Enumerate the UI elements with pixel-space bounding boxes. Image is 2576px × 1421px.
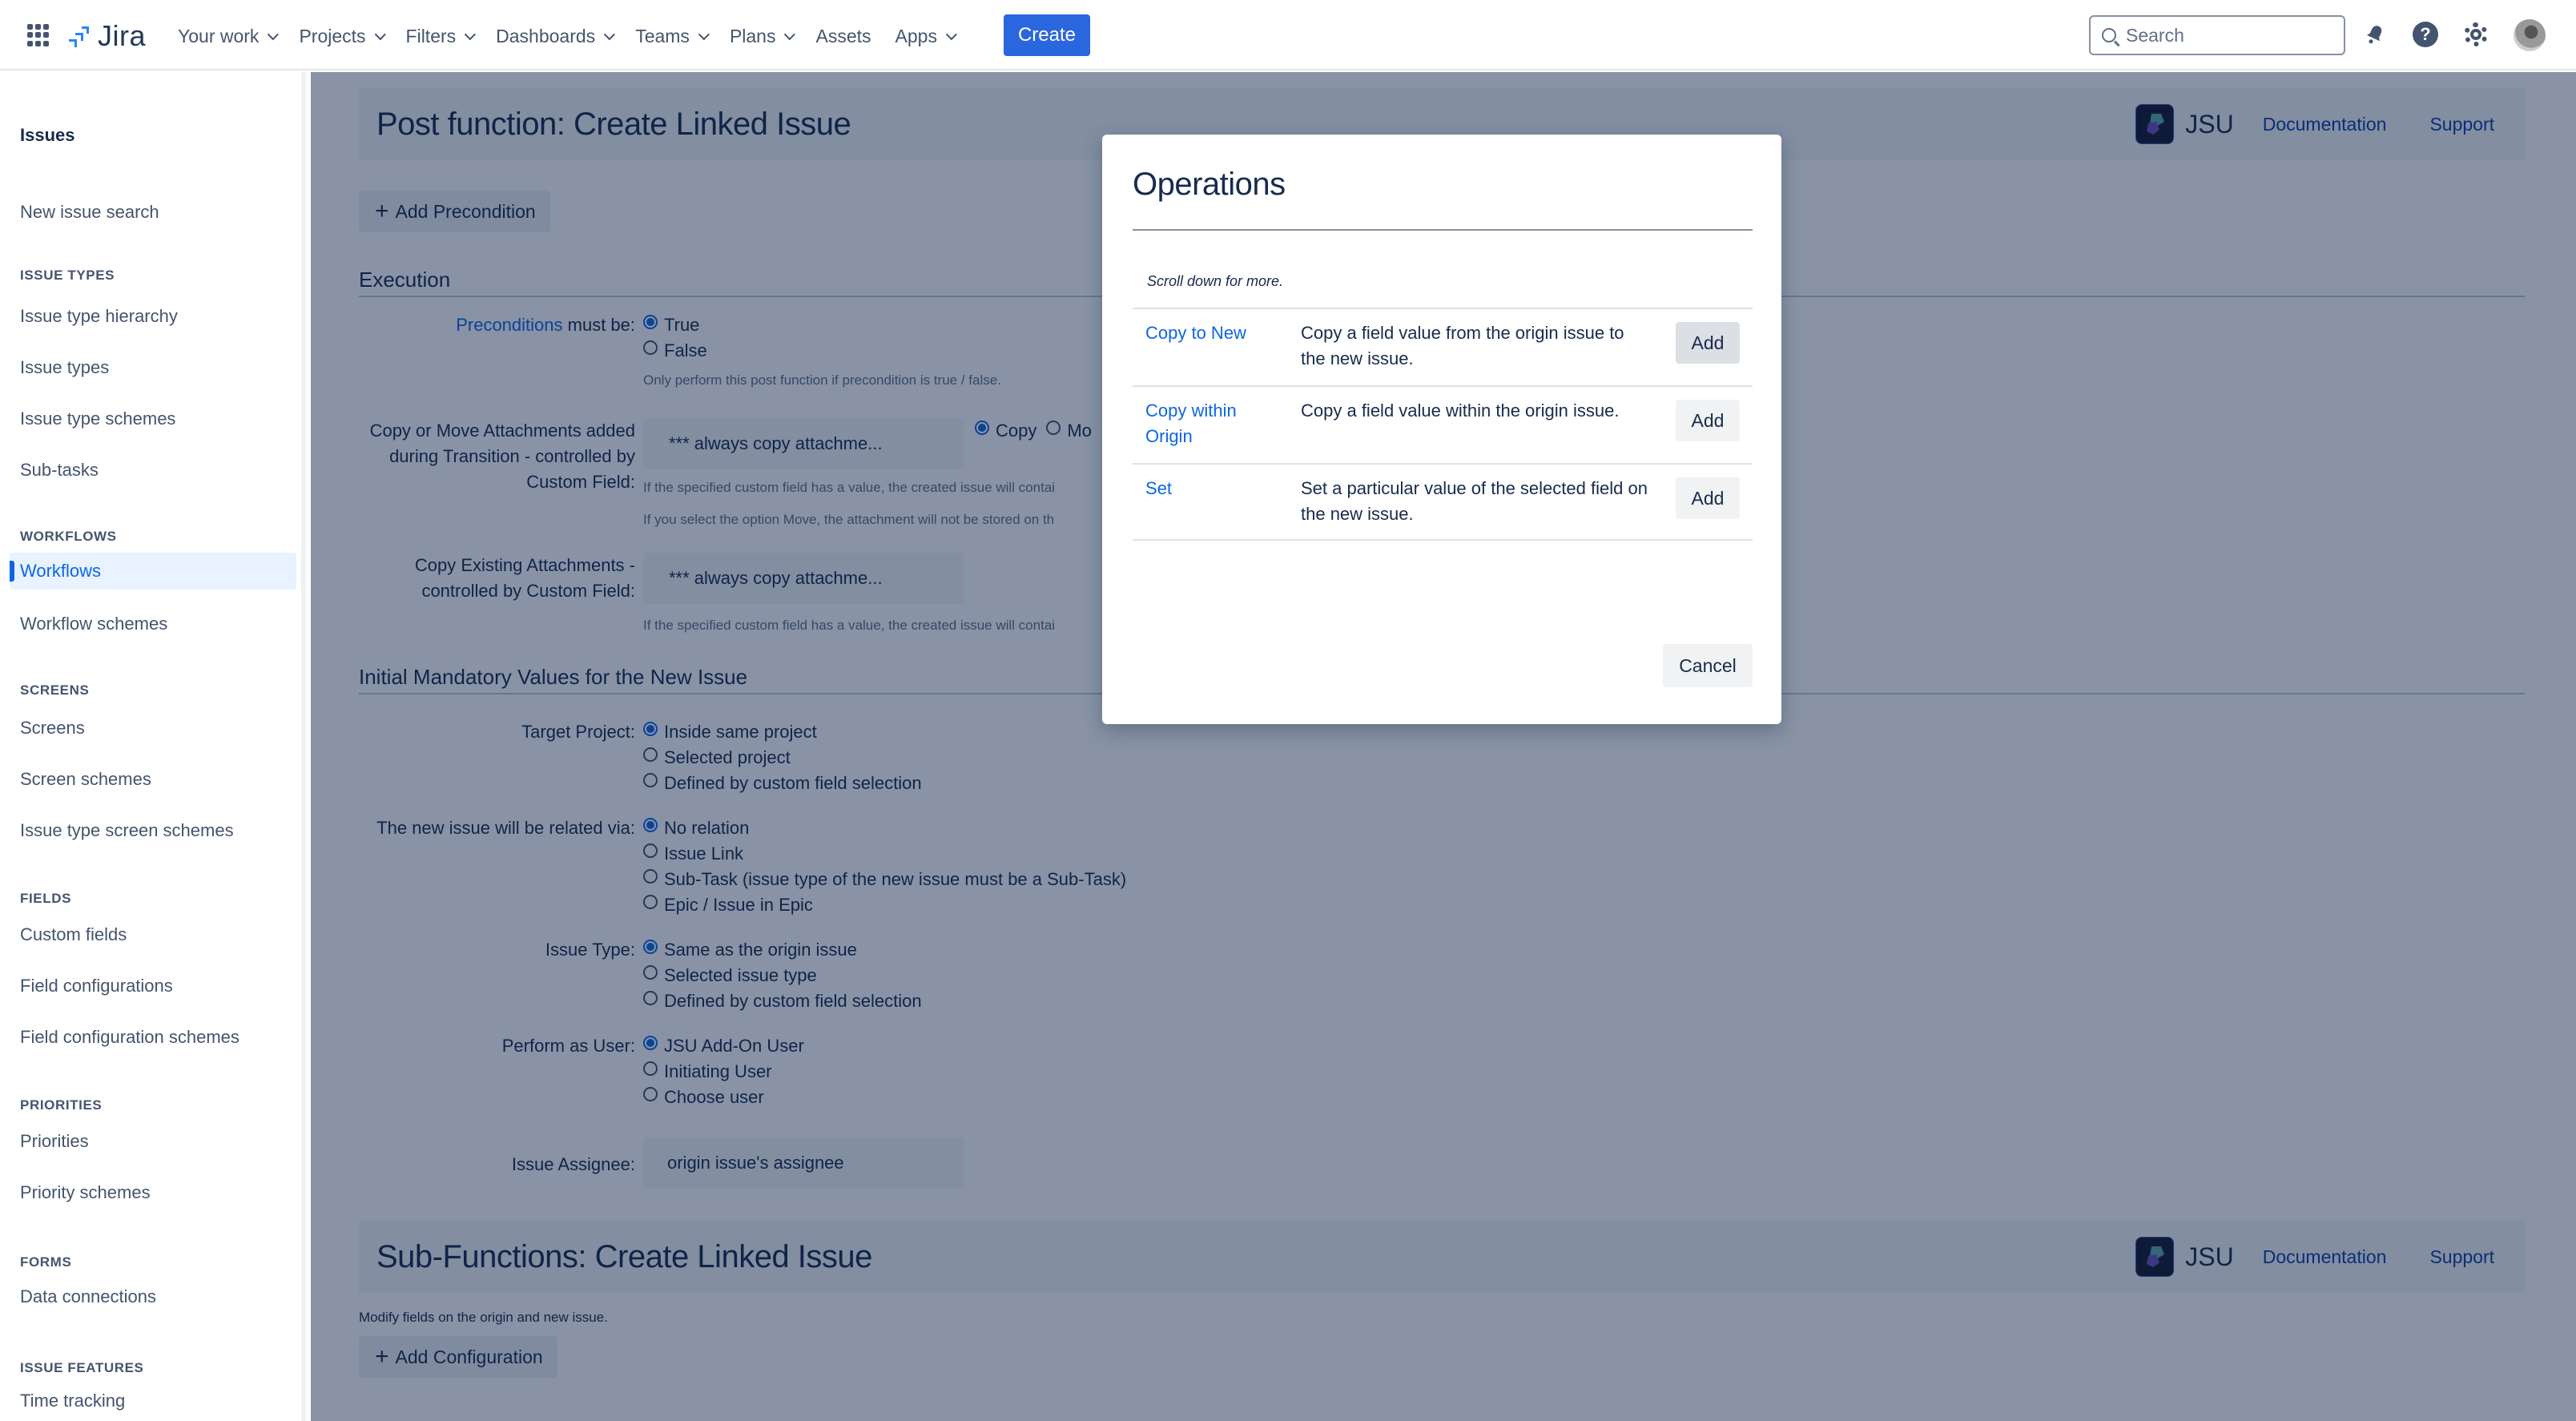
chevron-down-icon xyxy=(945,28,957,40)
nav-filters[interactable]: Filters xyxy=(406,21,485,52)
sidebar-heading-priorities: PRIORITIES xyxy=(20,1097,103,1113)
operation-row-copy-to-new: Copy to New Copy a field value from the … xyxy=(1133,308,1753,385)
nav-assets[interactable]: Assets xyxy=(815,21,883,52)
nav-label: Projects xyxy=(299,26,366,46)
operation-name-link[interactable]: Set xyxy=(1145,476,1266,501)
operations-dialog: Operations Scroll down for more. Copy to… xyxy=(1102,135,1781,724)
chevron-down-icon xyxy=(603,28,616,40)
nav-your-work[interactable]: Your work xyxy=(178,21,288,52)
sidebar-item-data-connections[interactable]: Data connections xyxy=(10,1278,296,1315)
nav-label: Filters xyxy=(405,26,457,46)
sidebar-item-screen-schemes[interactable]: Screen schemes xyxy=(10,761,296,798)
top-navigation: Jira Your work Projects Filters Dashboar… xyxy=(0,0,2576,70)
sidebar-item-issue-type-schemes[interactable]: Issue type schemes xyxy=(10,401,296,437)
sidebar-item-field-configuration-schemes[interactable]: Field configuration schemes xyxy=(10,1019,296,1056)
nav-label: Plans xyxy=(729,26,776,46)
cancel-button[interactable]: Cancel xyxy=(1663,644,1753,687)
nav-projects[interactable]: Projects xyxy=(299,21,394,52)
operations-list[interactable]: Copy to New Copy a field value from the … xyxy=(1133,308,1753,541)
sidebar: Issues New issue search ISSUE TYPES Issu… xyxy=(0,72,306,1421)
sidebar-item-issue-types[interactable]: Issue types xyxy=(10,349,296,386)
sidebar-item-new-issue-search[interactable]: New issue search xyxy=(10,194,296,231)
nav-teams[interactable]: Teams xyxy=(635,21,718,52)
sidebar-item-issue-type-screen-schemes[interactable]: Issue type screen schemes xyxy=(10,812,296,849)
nav-label: Your work xyxy=(178,26,260,46)
user-avatar[interactable] xyxy=(2514,19,2546,51)
operation-row-copy-within-origin: Copy within Origin Copy a field value wi… xyxy=(1133,385,1753,463)
nav-label: Apps xyxy=(895,26,937,46)
sidebar-item-custom-fields[interactable]: Custom fields xyxy=(10,916,296,953)
chevron-down-icon xyxy=(268,28,280,40)
nav-label: Dashboards xyxy=(496,26,596,46)
sidebar-item-field-configurations[interactable]: Field configurations xyxy=(10,968,296,1004)
operation-row-set: Set Set a particular value of the select… xyxy=(1133,463,1753,541)
sidebar-heading-fields: FIELDS xyxy=(20,891,72,906)
nav-plans[interactable]: Plans xyxy=(730,21,805,52)
sidebar-heading-workflows: WORKFLOWS xyxy=(20,529,117,544)
jira-logo[interactable]: Jira xyxy=(66,19,146,53)
nav-apps[interactable]: Apps xyxy=(896,21,966,52)
chevron-down-icon xyxy=(784,28,796,40)
notifications-icon[interactable] xyxy=(2361,21,2389,48)
add-set-button[interactable]: Add xyxy=(1676,477,1740,519)
sidebar-item-sub-tasks[interactable]: Sub-tasks xyxy=(10,452,296,489)
scroll-note: Scroll down for more. xyxy=(1147,273,1284,289)
sidebar-heading-issue-types: ISSUE TYPES xyxy=(20,268,115,283)
chevron-down-icon xyxy=(464,28,477,40)
search-icon xyxy=(2102,28,2116,42)
operation-description: Copy a field value within the origin iss… xyxy=(1301,401,1620,421)
search-input[interactable] xyxy=(2126,24,2326,46)
operation-description: Copy a field value from the origin issue… xyxy=(1301,323,1624,368)
chevron-down-icon xyxy=(374,28,386,40)
create-button[interactable]: Create xyxy=(1004,14,1090,56)
sidebar-heading-forms: FORMS xyxy=(20,1254,72,1270)
sidebar-item-screens[interactable]: Screens xyxy=(10,710,296,747)
sidebar-item-time-tracking[interactable]: Time tracking xyxy=(10,1383,296,1419)
primary-nav: Your work Projects Filters Dashboards Te… xyxy=(178,21,977,52)
help-icon[interactable]: ? xyxy=(2412,21,2439,48)
sidebar-heading-issue-features: ISSUE FEATURES xyxy=(20,1360,144,1375)
search-field[interactable] xyxy=(2089,15,2345,55)
add-copy-within-origin-button[interactable]: Add xyxy=(1676,400,1740,441)
app-name: Jira xyxy=(98,19,147,52)
sidebar-item-issue-type-hierarchy[interactable]: Issue type hierarchy xyxy=(10,298,296,335)
sidebar-title: Issues xyxy=(20,125,75,145)
sidebar-item-workflows[interactable]: Workflows xyxy=(10,553,296,590)
sidebar-heading-screens: SCREENS xyxy=(20,682,90,698)
sidebar-item-priorities[interactable]: Priorities xyxy=(10,1123,296,1160)
add-copy-to-new-button[interactable]: Add xyxy=(1676,322,1740,364)
app-switcher-icon[interactable] xyxy=(27,24,50,46)
divider xyxy=(1133,229,1753,231)
dialog-title: Operations xyxy=(1133,167,1286,202)
nav-label: Teams xyxy=(635,26,690,46)
operation-name-link[interactable]: Copy to New xyxy=(1145,320,1266,346)
chevron-down-icon xyxy=(698,28,710,40)
sidebar-item-priority-schemes[interactable]: Priority schemes xyxy=(10,1174,296,1211)
nav-label: Assets xyxy=(815,26,871,46)
operation-name-link[interactable]: Copy within Origin xyxy=(1145,398,1266,449)
jira-logo-icon xyxy=(69,26,89,47)
nav-dashboards[interactable]: Dashboards xyxy=(496,21,624,52)
settings-icon[interactable] xyxy=(2462,21,2489,48)
operation-description: Set a particular value of the selected f… xyxy=(1301,478,1648,524)
sidebar-item-workflow-schemes[interactable]: Workflow schemes xyxy=(10,606,296,642)
